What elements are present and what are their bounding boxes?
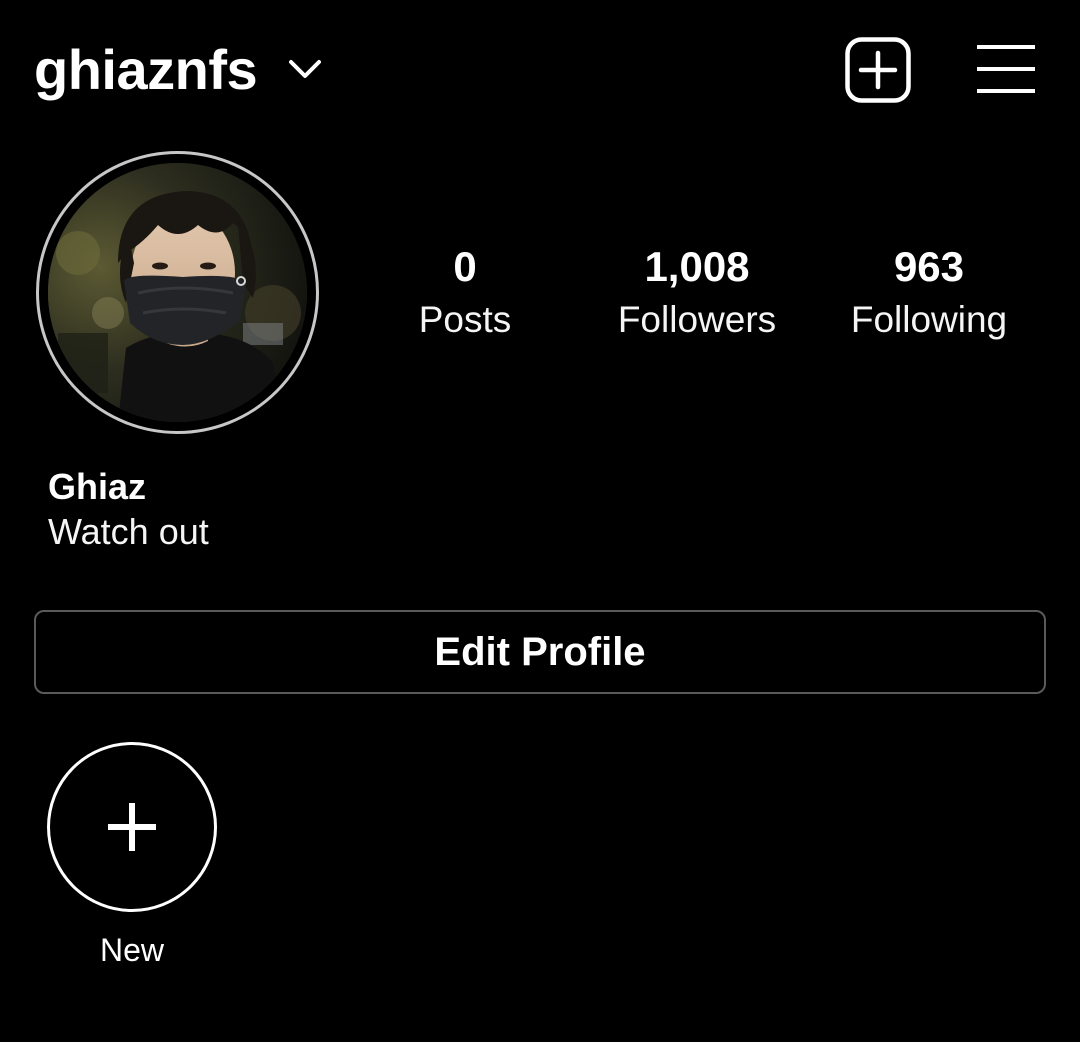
- posts-label: Posts: [418, 299, 512, 340]
- menu-button[interactable]: [975, 42, 1037, 98]
- new-highlight-label: New: [99, 932, 164, 968]
- following-count: 963: [893, 243, 965, 290]
- hamburger-menu-icon: [977, 45, 1035, 93]
- new-highlight-circle: [47, 742, 217, 912]
- followers-count: 1,008: [644, 243, 750, 290]
- bio-section: Ghiaz Watch out: [48, 466, 209, 556]
- followers-stat[interactable]: 1,008 Followers: [597, 240, 797, 346]
- chevron-down-icon: [287, 52, 323, 88]
- plus-icon: [108, 803, 156, 851]
- profile-stats: 0 Posts 1,008 Followers 963 Following: [0, 240, 1080, 350]
- display-name: Ghiaz: [48, 466, 147, 507]
- bio-text: Watch out: [48, 511, 209, 552]
- edit-profile-button[interactable]: Edit Profile: [34, 610, 1046, 694]
- posts-count: 0: [453, 243, 477, 290]
- top-bar: ghiaznfs: [0, 0, 1080, 140]
- username: ghiaznfs: [34, 38, 258, 101]
- following-stat[interactable]: 963 Following: [829, 240, 1029, 346]
- new-post-button[interactable]: [845, 37, 911, 103]
- new-highlight-button[interactable]: New: [47, 742, 217, 970]
- profile-page: ghiaznfs 0 Posts 1,008 Followers 963 Fol…: [0, 0, 1080, 1042]
- following-label: Following: [850, 299, 1008, 340]
- account-switcher[interactable]: ghiaznfs: [34, 36, 323, 104]
- followers-label: Followers: [617, 299, 777, 340]
- posts-stat[interactable]: 0 Posts: [365, 240, 565, 346]
- plus-square-icon: [845, 37, 911, 103]
